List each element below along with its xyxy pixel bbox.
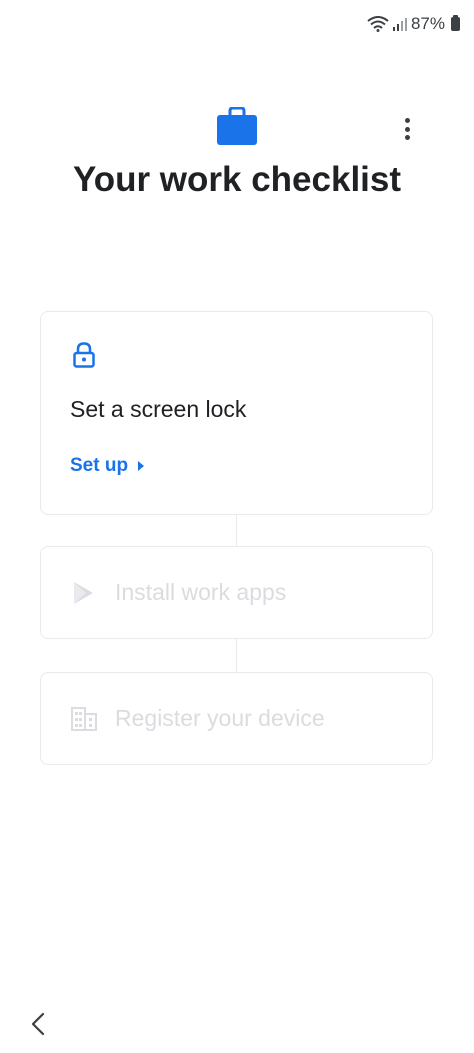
caret-right-icon [138,461,145,471]
wifi-icon [367,16,389,32]
status-bar: 87% [367,14,460,34]
lock-icon [73,342,95,368]
battery-icon [451,15,460,31]
setup-label: Set up [70,455,129,476]
signal-icon [392,18,407,31]
play-store-icon [74,581,93,604]
more-vert-icon[interactable] [396,116,418,142]
step-connector [236,515,237,546]
briefcase-icon [217,107,257,145]
chevron-left-icon[interactable] [30,1012,46,1036]
step-connector [236,639,237,672]
setup-button[interactable]: Set up [70,455,145,477]
step-card-register-device: Register your device [40,672,433,765]
battery-percent: 87% [410,14,445,33]
step-card-install-apps: Install work apps [40,546,433,639]
step-title-register-device: Register your device [115,705,325,731]
step-card-screen-lock: Set a screen lock Set up [40,311,433,515]
building-icon [71,706,97,731]
step-title-install-apps: Install work apps [115,579,287,605]
step-title-screen-lock: Set a screen lock [70,396,247,422]
page-title: Your work checklist [72,160,402,199]
